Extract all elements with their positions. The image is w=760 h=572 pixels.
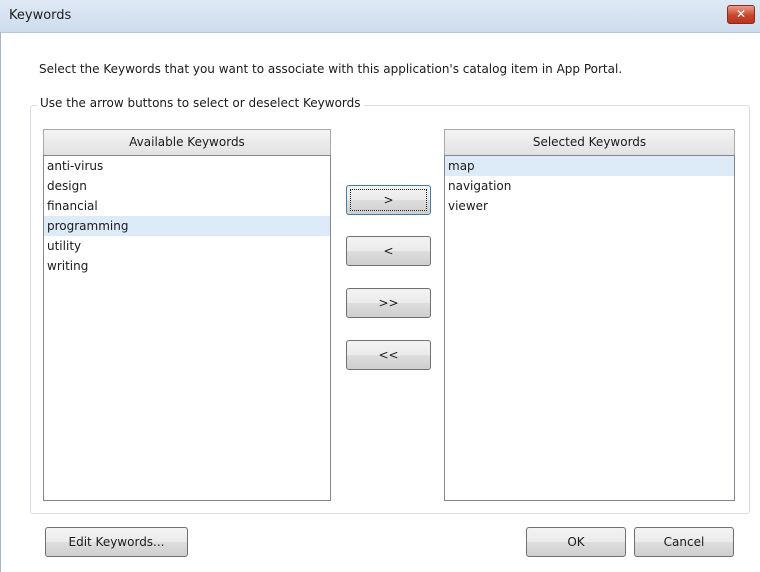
close-button[interactable]: ✕ <box>727 5 755 24</box>
list-item[interactable]: financial <box>44 196 330 216</box>
list-item[interactable]: navigation <box>445 176 734 196</box>
ok-button[interactable]: OK <box>526 527 626 557</box>
groupbox-label: Use the arrow buttons to select or desel… <box>37 96 364 110</box>
remove-keyword-label: < <box>383 244 394 258</box>
list-item[interactable]: utility <box>44 236 330 256</box>
title-bar: Keywords ✕ <box>0 0 760 33</box>
remove-all-keywords-button[interactable]: << <box>346 340 431 370</box>
list-item[interactable]: viewer <box>445 196 734 216</box>
remove-all-keywords-label: << <box>378 348 399 362</box>
instruction-text: Select the Keywords that you want to ass… <box>39 62 623 76</box>
window-title: Keywords <box>9 8 72 23</box>
edit-keywords-label: Edit Keywords... <box>68 535 165 549</box>
add-all-keywords-label: >> <box>378 296 399 310</box>
close-icon: ✕ <box>735 7 747 21</box>
edit-keywords-button[interactable]: Edit Keywords... <box>45 527 188 557</box>
selected-keywords-header: Selected Keywords <box>444 129 735 155</box>
add-keyword-button[interactable]: > <box>346 185 431 215</box>
available-keywords-list[interactable]: anti-virus design financial programming … <box>43 155 331 501</box>
remove-keyword-button[interactable]: < <box>346 236 431 266</box>
add-keyword-label: > <box>383 193 394 207</box>
cancel-button[interactable]: Cancel <box>634 527 734 557</box>
list-item-selected[interactable]: map <box>445 156 734 176</box>
list-item-selected[interactable]: programming <box>44 216 330 236</box>
list-item[interactable]: design <box>44 176 330 196</box>
available-keywords-header: Available Keywords <box>43 129 331 155</box>
ok-label: OK <box>567 535 585 549</box>
cancel-label: Cancel <box>663 535 705 549</box>
list-item[interactable]: writing <box>44 256 330 276</box>
window-border <box>0 32 1 572</box>
selected-keywords-list[interactable]: map navigation viewer <box>444 155 735 501</box>
add-all-keywords-button[interactable]: >> <box>346 288 431 318</box>
list-item[interactable]: anti-virus <box>44 156 330 176</box>
